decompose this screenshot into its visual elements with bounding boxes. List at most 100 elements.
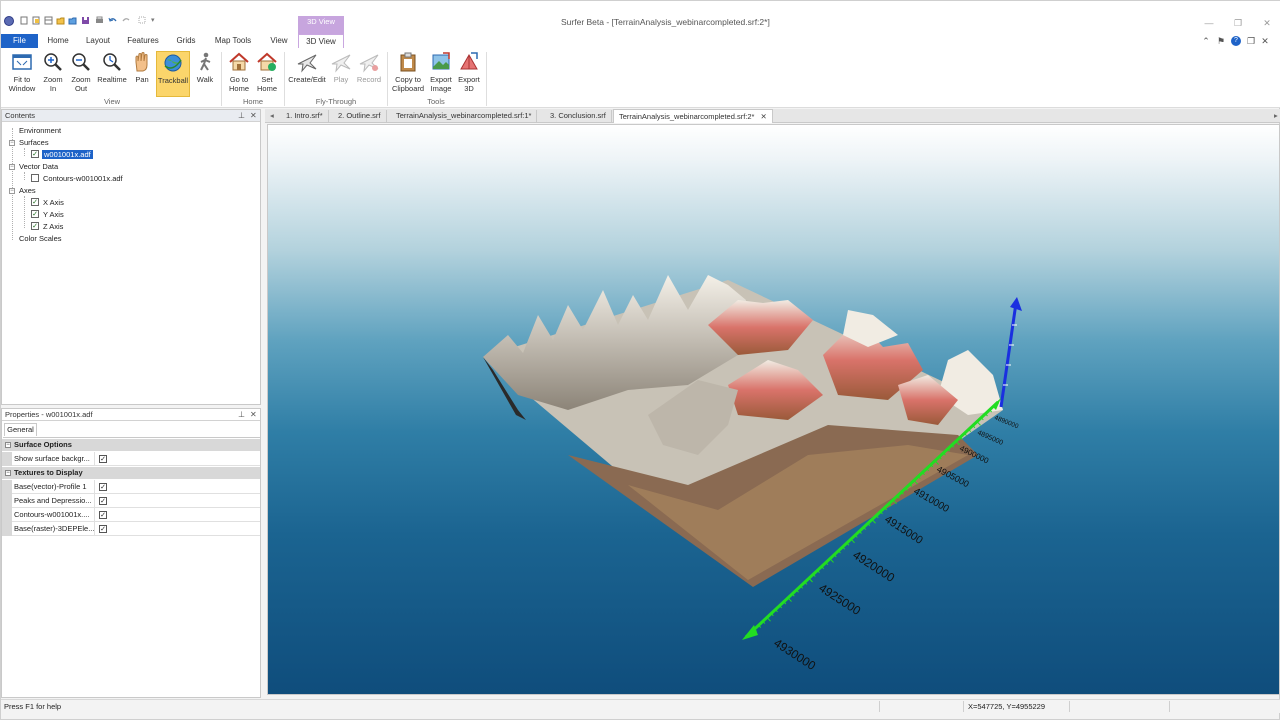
- pan-button[interactable]: Pan: [131, 51, 153, 95]
- minimize-button[interactable]: —: [1202, 18, 1216, 28]
- collapse-surfaces-icon[interactable]: −: [9, 140, 15, 146]
- axis-tick-label: 4895000: [976, 429, 1004, 447]
- redo-icon[interactable]: [122, 16, 131, 25]
- contours-texture-checkbox[interactable]: ✓: [99, 511, 107, 519]
- save-icon[interactable]: [81, 16, 90, 25]
- go-to-home-button[interactable]: Go to Home: [225, 51, 253, 95]
- tree-item-y-axis[interactable]: Y Axis: [43, 209, 64, 220]
- doc-tab-terrain-2-label: TerrainAnalysis_webinarcompleted.srf:2*: [619, 112, 755, 121]
- new-file-icon[interactable]: [20, 16, 29, 25]
- 3d-terrain-scene[interactable]: 4930000 4925000 4920000 4915000 4910000 …: [268, 125, 1280, 695]
- copy-to-clipboard-button[interactable]: Copy to Clipboard: [390, 51, 426, 95]
- scroll-tabs-right-icon[interactable]: ▸: [1269, 110, 1280, 122]
- app-logo-icon[interactable]: [4, 16, 14, 26]
- tab-general[interactable]: General: [4, 423, 37, 436]
- x-axis-visibility-checkbox[interactable]: ✓: [31, 198, 39, 206]
- tree-item-contours[interactable]: Contours-w001001x.adf: [43, 173, 123, 184]
- fit-to-window-button[interactable]: Fit to Window: [5, 51, 39, 95]
- select-icon[interactable]: [138, 16, 147, 25]
- tab-features[interactable]: Features: [123, 34, 163, 48]
- print-icon[interactable]: [95, 16, 104, 25]
- tree-item-vector-data[interactable]: Vector Data: [19, 161, 58, 172]
- new-plot-icon[interactable]: [32, 16, 41, 25]
- close-icon[interactable]: ✕: [250, 110, 257, 122]
- tree-item-axes[interactable]: Axes: [19, 185, 36, 196]
- create-edit-button[interactable]: Create/Edit: [287, 51, 327, 95]
- close-document-icon[interactable]: ✕: [1260, 36, 1270, 46]
- pin-icon[interactable]: ⊥: [238, 409, 245, 421]
- surface-visibility-checkbox[interactable]: ✓: [31, 150, 39, 158]
- tab-3d-view[interactable]: 3D View: [298, 34, 344, 48]
- airplane-record-icon: [359, 54, 379, 73]
- axis-tick-label: 4910000: [912, 486, 952, 515]
- tab-file[interactable]: File: [1, 34, 38, 48]
- base-raster-checkbox[interactable]: ✓: [99, 525, 107, 533]
- show-surface-background-checkbox[interactable]: ✓: [99, 455, 107, 463]
- tree-item-z-axis[interactable]: Z Axis: [43, 221, 63, 232]
- fit-to-window-label-1: Fit to: [13, 75, 31, 84]
- section-textures-label: Textures to Display: [14, 468, 83, 477]
- open-folder-icon[interactable]: [56, 16, 65, 25]
- close-tab-icon[interactable]: ✕: [760, 112, 766, 121]
- realtime-button[interactable]: Realtime: [96, 51, 128, 95]
- y-axis-visibility-checkbox[interactable]: ✓: [31, 210, 39, 218]
- property-name: Base(vector)-Profile 1: [14, 480, 95, 494]
- play-button[interactable]: Play: [330, 51, 352, 95]
- doc-tab-conclusion[interactable]: 3. Conclusion.srf: [545, 110, 612, 122]
- clipboard-icon: [400, 52, 416, 72]
- scroll-tabs-left-icon[interactable]: ◂: [265, 110, 279, 122]
- customize-toolbar-chevron-icon[interactable]: ▾: [151, 16, 160, 25]
- close-window-button[interactable]: ✕: [1260, 18, 1274, 29]
- zoom-in-button[interactable]: Zoom In: [41, 51, 65, 95]
- zoom-out-button[interactable]: Zoom Out: [68, 51, 94, 95]
- section-surface-options[interactable]: − Surface Options: [2, 439, 260, 451]
- tree-item-surfaces[interactable]: Surfaces: [19, 137, 49, 148]
- row-gutter: [2, 452, 12, 466]
- open-icon[interactable]: [68, 16, 77, 25]
- collapse-ribbon-icon[interactable]: ⌃: [1201, 36, 1211, 46]
- z-axis-visibility-checkbox[interactable]: ✓: [31, 222, 39, 230]
- close-icon[interactable]: ✕: [250, 409, 257, 421]
- doc-tab-terrain-1[interactable]: TerrainAnalysis_webinarcompleted.srf:1*: [391, 110, 538, 122]
- collapse-axes-icon[interactable]: −: [9, 188, 15, 194]
- undo-icon[interactable]: [108, 16, 117, 25]
- tree-item-color-scales[interactable]: Color Scales: [19, 233, 62, 244]
- z-axis-line: [999, 302, 1018, 408]
- tab-home[interactable]: Home: [43, 34, 73, 48]
- walk-button[interactable]: Walk: [193, 51, 217, 95]
- contours-visibility-checkbox[interactable]: ✓: [31, 174, 39, 182]
- go-to-home-label-1: Go to: [229, 75, 249, 84]
- collapse-section-icon[interactable]: −: [5, 442, 11, 448]
- tree-item-surface-w001001x[interactable]: w001001x.adf: [42, 149, 93, 160]
- export-image-button[interactable]: Export Image: [427, 51, 455, 95]
- trackball-button[interactable]: Trackball: [156, 51, 190, 97]
- tab-grids[interactable]: Grids: [171, 34, 201, 48]
- maximize-button[interactable]: ❐: [1231, 18, 1245, 29]
- section-textures-to-display[interactable]: − Textures to Display: [2, 467, 260, 479]
- peaks-depressions-checkbox[interactable]: ✓: [99, 497, 107, 505]
- 3d-viewport[interactable]: 4930000 4925000 4920000 4915000 4910000 …: [267, 124, 1280, 695]
- tree-item-x-axis[interactable]: X Axis: [43, 197, 64, 208]
- export-image-icon: [432, 52, 450, 70]
- restore-document-icon[interactable]: ❐: [1246, 36, 1256, 46]
- record-button[interactable]: Record: [355, 51, 383, 95]
- export-3d-button[interactable]: Export 3D: [456, 51, 482, 95]
- feedback-flag-icon[interactable]: ⚑: [1216, 36, 1226, 46]
- new-worksheet-icon[interactable]: [44, 16, 53, 25]
- collapse-vector-data-icon[interactable]: −: [9, 164, 15, 170]
- collapse-section-icon[interactable]: −: [5, 470, 11, 476]
- doc-tab-terrain-2[interactable]: TerrainAnalysis_webinarcompleted.srf:2* ✕: [613, 109, 773, 123]
- tree-item-environment[interactable]: Environment: [19, 125, 61, 136]
- base-vector-profile-checkbox[interactable]: ✓: [99, 483, 107, 491]
- contents-panel-title: Contents: [5, 111, 36, 120]
- tab-map-tools[interactable]: Map Tools: [209, 34, 257, 48]
- tab-layout[interactable]: Layout: [81, 34, 115, 48]
- help-icon[interactable]: ?: [1231, 36, 1241, 46]
- export-3d-icon: [460, 52, 478, 70]
- pin-icon[interactable]: ⊥: [238, 110, 245, 122]
- doc-tab-intro[interactable]: 1. Intro.srf*: [281, 110, 329, 122]
- set-home-button[interactable]: Set Home: [254, 51, 280, 95]
- tab-view[interactable]: View: [265, 34, 293, 48]
- axis-tick-label: 4925000: [816, 581, 863, 618]
- doc-tab-outline[interactable]: 2. Outline.srf: [333, 110, 387, 122]
